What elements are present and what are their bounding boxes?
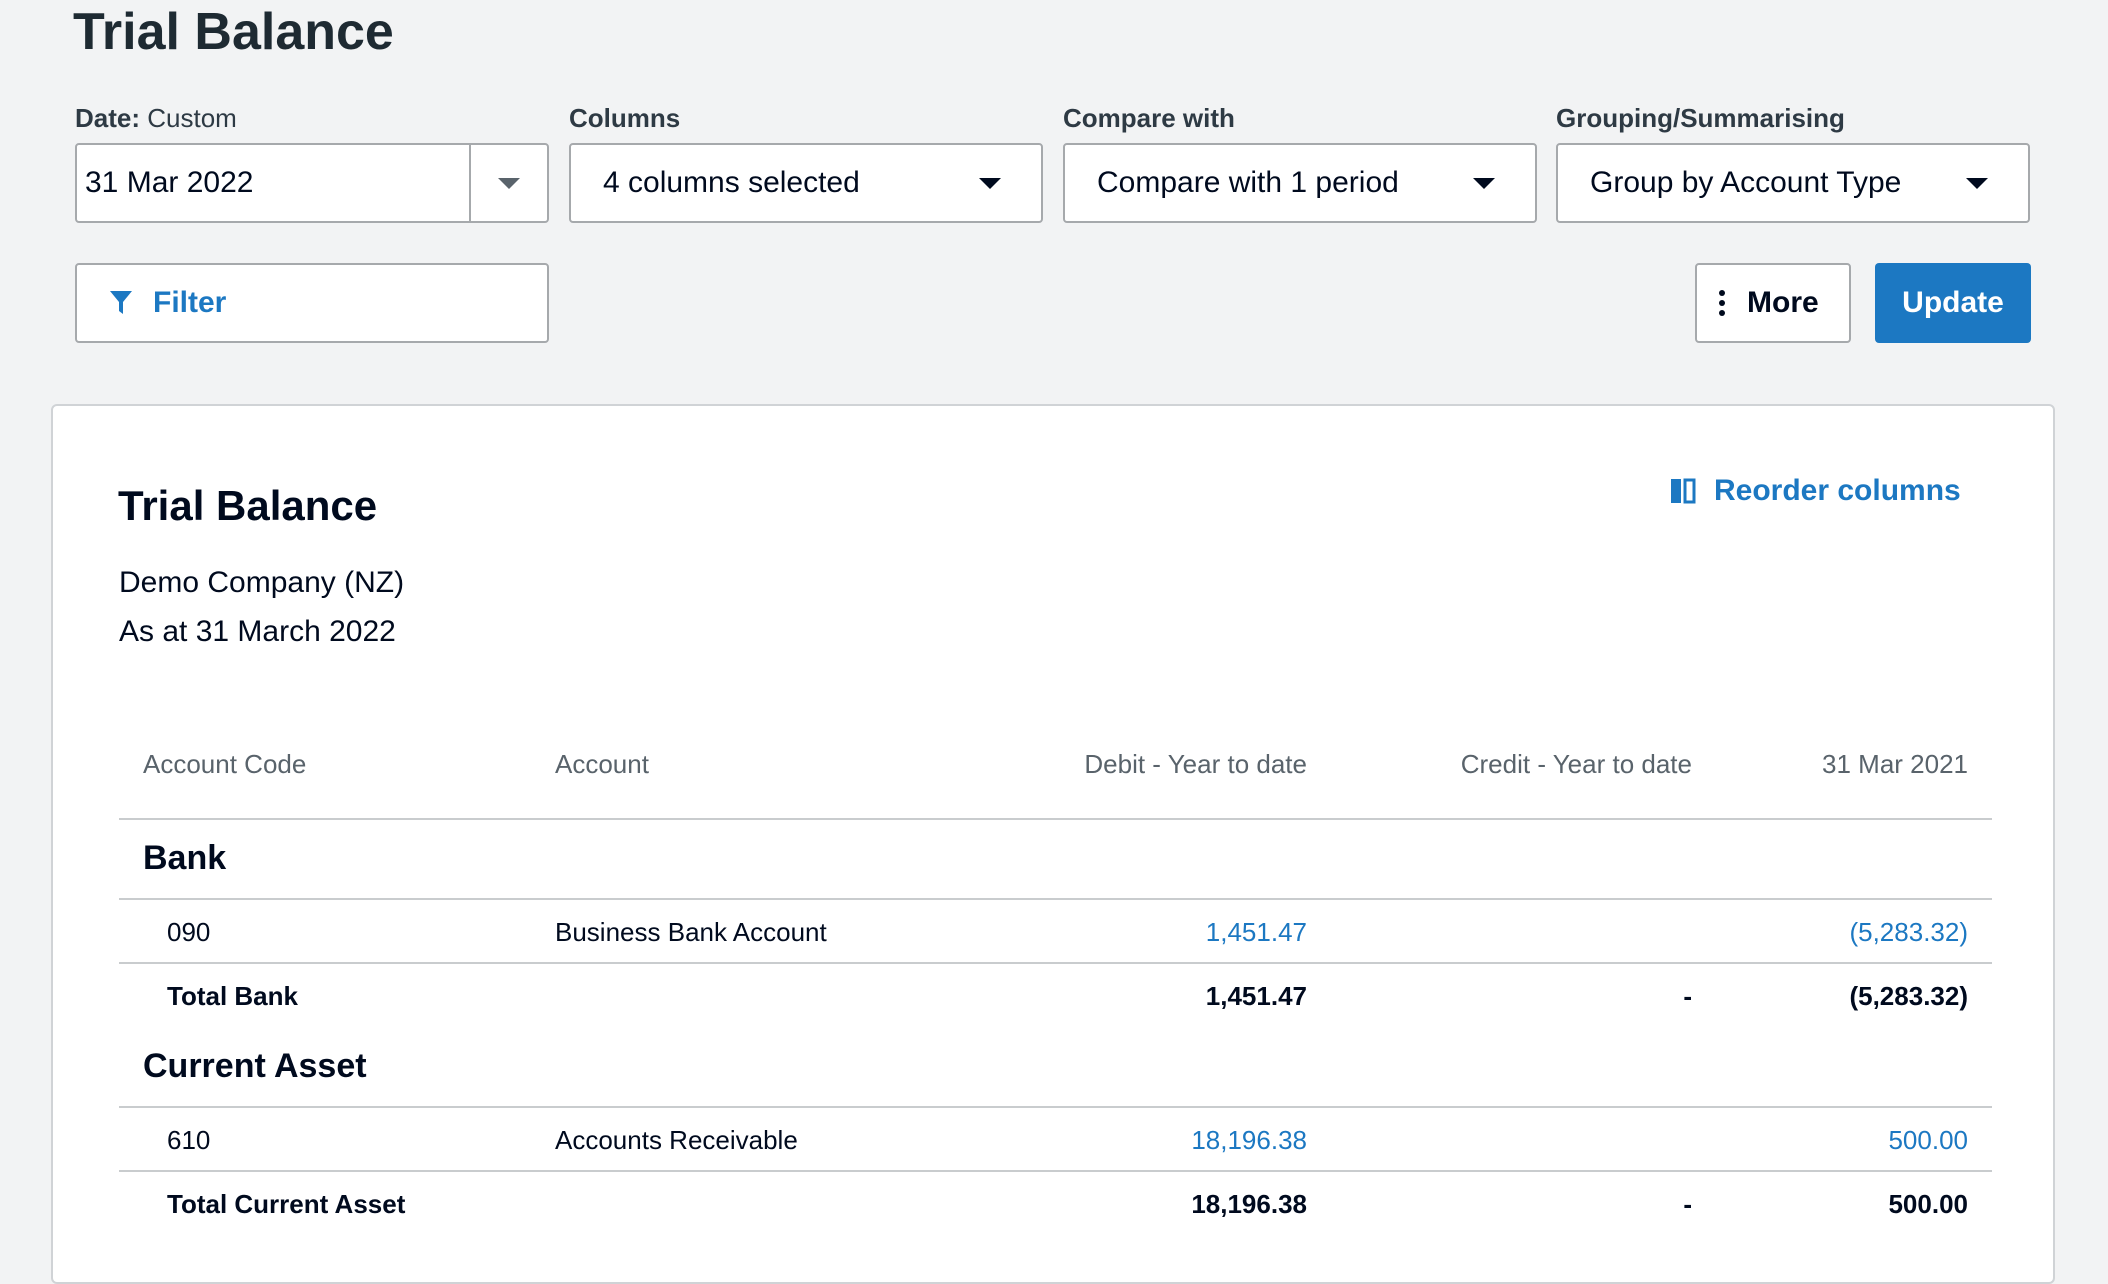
total-prior: (5,283.32) — [1849, 981, 1968, 1011]
total-credit: - — [1683, 981, 1692, 1011]
compare-select[interactable]: Compare with 1 period — [1063, 143, 1537, 223]
trial-balance-table: Account Code Account Debit - Year to dat… — [119, 726, 1992, 1236]
table-row: 090 Business Bank Account 1,451.47 (5,28… — [119, 900, 1992, 964]
report-title: Trial Balance — [118, 482, 378, 529]
prior-link[interactable]: 500.00 — [1888, 1124, 1968, 1156]
group-heading: Bank — [119, 820, 1992, 900]
page-title: Trial Balance — [73, 3, 394, 61]
account-name: Business Bank Account — [555, 917, 827, 947]
date-mode: Custom — [147, 103, 237, 133]
header-credit: Credit - Year to date — [1460, 749, 1692, 779]
total-row: Total Bank 1,451.47 - (5,283.32) — [119, 964, 1992, 1028]
date-label-text: Date: — [75, 103, 141, 133]
account-code: 610 — [167, 1125, 211, 1155]
filter-button[interactable]: Filter — [75, 263, 549, 343]
total-label: Total Bank — [167, 981, 298, 1011]
chevron-down-icon — [1966, 177, 1988, 189]
company-name: Demo Company (NZ) — [119, 566, 405, 599]
group-name: Current Asset — [143, 1047, 367, 1085]
chevron-down-icon — [979, 177, 1001, 189]
total-debit: 18,196.38 — [1191, 1189, 1307, 1219]
chevron-down-icon — [1473, 177, 1495, 189]
table-header: Account Code Account Debit - Year to dat… — [119, 726, 1992, 820]
grouping-select[interactable]: Group by Account Type — [1556, 143, 2030, 223]
total-credit: - — [1683, 1189, 1692, 1219]
chevron-down-icon — [498, 177, 520, 189]
more-vertical-icon — [1719, 290, 1725, 316]
columns-value: 4 columns selected — [603, 166, 860, 199]
date-dropdown-button[interactable] — [469, 145, 547, 221]
reorder-columns-button[interactable]: Reorder columns — [1670, 474, 1961, 508]
filter-label: Filter — [153, 286, 227, 319]
header-prior-period: 31 Mar 2021 — [1822, 749, 1968, 779]
columns-select[interactable]: 4 columns selected — [569, 143, 1043, 223]
debit-link[interactable]: 18,196.38 — [1191, 1124, 1307, 1156]
columns-icon — [1671, 478, 1696, 504]
total-label: Total Current Asset — [167, 1189, 406, 1219]
more-label: More — [1747, 286, 1819, 319]
table-row: 610 Accounts Receivable 18,196.38 500.00 — [119, 1108, 1992, 1172]
more-button[interactable]: More — [1695, 263, 1851, 343]
date-value: 31 Mar 2022 — [85, 166, 254, 199]
compare-value: Compare with 1 period — [1097, 166, 1399, 199]
header-account-code: Account Code — [143, 749, 307, 779]
reorder-columns-label: Reorder columns — [1714, 474, 1961, 507]
report-date: As at 31 March 2022 — [119, 615, 396, 648]
total-prior: 500.00 — [1888, 1189, 1968, 1219]
grouping-value: Group by Account Type — [1590, 166, 1902, 199]
prior-link[interactable]: (5,283.32) — [1849, 916, 1968, 948]
account-name: Accounts Receivable — [555, 1125, 798, 1155]
date-label: Date: Custom — [75, 102, 237, 134]
compare-label: Compare with — [1063, 103, 1235, 133]
grouping-label: Grouping/Summarising — [1556, 103, 1845, 133]
debit-link[interactable]: 1,451.47 — [1206, 916, 1307, 948]
date-select[interactable]: 31 Mar 2022 — [75, 143, 549, 223]
columns-label: Columns — [569, 103, 681, 133]
update-button[interactable]: Update — [1875, 263, 2031, 343]
group-name: Bank — [143, 839, 227, 877]
header-debit: Debit - Year to date — [1084, 749, 1307, 779]
report-card: Trial Balance Reorder columns Demo Compa… — [51, 404, 2055, 1284]
filter-icon — [110, 291, 132, 314]
total-row: Total Current Asset 18,196.38 - 500.00 — [119, 1172, 1992, 1236]
group-heading: Current Asset — [119, 1028, 1992, 1108]
account-code: 090 — [167, 917, 211, 947]
total-debit: 1,451.47 — [1205, 981, 1307, 1011]
header-account: Account — [555, 749, 649, 779]
